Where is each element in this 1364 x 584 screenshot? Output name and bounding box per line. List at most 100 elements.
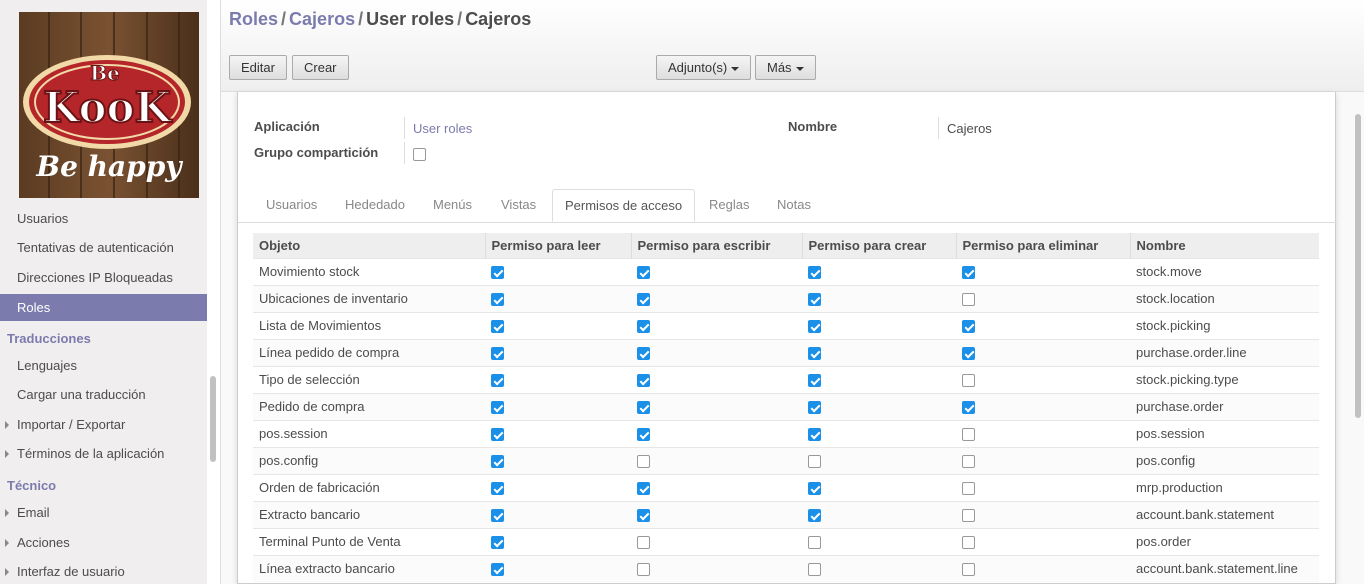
tab-notas[interactable]: Notas xyxy=(765,189,823,222)
checkbox[interactable] xyxy=(413,148,426,162)
checkbox-write[interactable] xyxy=(637,509,650,523)
checkbox-create[interactable] xyxy=(808,401,821,415)
checkbox-unlink[interactable] xyxy=(962,509,975,523)
breadcrumb-separator: / xyxy=(358,9,364,29)
tab-access-rights[interactable]: Permisos de acceso xyxy=(552,189,696,222)
sidebar-item-ui[interactable]: Interfaz de usuario xyxy=(0,558,207,584)
cell-model-name: purchase.order.line xyxy=(1130,338,1319,366)
checkbox-read[interactable] xyxy=(491,320,504,334)
tab-reglas[interactable]: Reglas xyxy=(697,189,761,222)
checkbox-read[interactable] xyxy=(491,455,504,469)
checkbox-create[interactable] xyxy=(808,374,821,388)
table-row[interactable]: Terminal Punto de Venta pos.order xyxy=(253,527,1319,555)
checkbox-unlink[interactable] xyxy=(962,482,975,496)
sidebar-item-languages[interactable]: Lenguajes xyxy=(0,352,207,379)
checkbox-read[interactable] xyxy=(491,347,504,361)
sidebar-item-app-terms[interactable]: Términos de la aplicación xyxy=(0,440,207,467)
sidebar-item-actions[interactable]: Acciones xyxy=(0,529,207,556)
table-row[interactable]: Movimiento stock stock.move xyxy=(253,257,1319,285)
checkbox-write[interactable] xyxy=(637,374,650,388)
column-header[interactable]: Permiso para leer xyxy=(484,233,631,258)
sidebar-item-blocked-ips[interactable]: Direcciones IP Bloqueadas xyxy=(0,264,207,291)
sidebar-scrollbar-thumb[interactable] xyxy=(210,376,216,462)
column-header[interactable]: Permiso para eliminar xyxy=(955,233,1130,258)
edit-button[interactable]: Editar xyxy=(229,55,287,80)
checkbox-write[interactable] xyxy=(637,563,650,577)
checkbox-unlink[interactable] xyxy=(962,266,975,280)
checkbox-write[interactable] xyxy=(637,293,650,307)
table-row[interactable]: pos.session pos.session xyxy=(253,419,1319,447)
table-row[interactable]: Línea pedido de compra purchase.order.lin… xyxy=(253,338,1319,366)
checkbox-create[interactable] xyxy=(808,320,821,334)
tab-vistas[interactable]: Vistas xyxy=(489,189,548,222)
checkbox-create[interactable] xyxy=(808,482,821,496)
checkbox-create[interactable] xyxy=(808,509,821,523)
table-row[interactable]: Extracto bancario account.bank.statement xyxy=(253,500,1319,528)
checkbox-write[interactable] xyxy=(637,455,650,469)
checkbox-unlink[interactable] xyxy=(962,320,975,334)
checkbox-create[interactable] xyxy=(808,536,821,550)
column-header[interactable]: Objeto xyxy=(253,233,485,258)
checkbox-create[interactable] xyxy=(808,455,821,469)
table-row[interactable]: Línea extracto bancario account.bank.stat… xyxy=(253,554,1319,582)
table-row[interactable]: Ubicaciones de inventario stock.location xyxy=(253,284,1319,312)
table-row[interactable]: Pedido de compra purchase.order xyxy=(253,392,1319,420)
tab-hededado[interactable]: Hededado xyxy=(333,189,417,222)
breadcrumb-roles-link[interactable]: Roles xyxy=(229,9,278,29)
checkbox-read[interactable] xyxy=(491,509,504,523)
sidebar-item-roles[interactable]: Roles xyxy=(0,294,207,321)
checkbox-create[interactable] xyxy=(808,293,821,307)
checkbox-unlink[interactable] xyxy=(962,401,975,415)
cell-perm-unlink xyxy=(956,473,1130,501)
create-button[interactable]: Crear xyxy=(292,55,349,80)
tab-menus[interactable]: Menús xyxy=(421,189,484,222)
more-dropdown[interactable]: Más xyxy=(755,55,816,80)
checkbox-write[interactable] xyxy=(637,428,650,442)
checkbox-create[interactable] xyxy=(808,428,821,442)
checkbox-write[interactable] xyxy=(637,347,650,361)
caret-right-icon xyxy=(5,450,9,458)
checkbox-create[interactable] xyxy=(808,563,821,577)
column-header[interactable]: Permiso para escribir xyxy=(630,233,802,258)
share-group-checkbox[interactable] xyxy=(413,146,426,162)
checkbox-write[interactable] xyxy=(637,482,650,496)
checkbox-unlink[interactable] xyxy=(962,536,975,550)
checkbox-write[interactable] xyxy=(637,536,650,550)
sidebar-item-auth-attempts[interactable]: Tentativas de autenticación xyxy=(0,234,207,261)
checkbox-unlink[interactable] xyxy=(962,428,975,442)
checkbox-read[interactable] xyxy=(491,374,504,388)
checkbox-read[interactable] xyxy=(491,428,504,442)
checkbox-read[interactable] xyxy=(491,401,504,415)
checkbox-create[interactable] xyxy=(808,266,821,280)
checkbox-unlink[interactable] xyxy=(962,293,975,307)
checkbox-read[interactable] xyxy=(491,536,504,550)
checkbox-read[interactable] xyxy=(491,266,504,280)
checkbox-unlink[interactable] xyxy=(962,563,975,577)
sidebar-item-load-translation[interactable]: Cargar una traducción xyxy=(0,381,207,408)
checkbox-unlink[interactable] xyxy=(962,455,975,469)
tab-usuarios[interactable]: Usuarios xyxy=(254,189,329,222)
attachments-dropdown[interactable]: Adjunto(s) xyxy=(656,55,752,80)
main-scrollbar-thumb[interactable] xyxy=(1355,114,1361,418)
table-row[interactable]: Orden de fabricación mrp.production xyxy=(253,473,1319,501)
column-header[interactable]: Nombre xyxy=(1129,233,1319,258)
table-row[interactable]: pos.config pos.config xyxy=(253,446,1319,474)
table-row[interactable]: Lista de Movimientos stock.picking xyxy=(253,311,1319,339)
checkbox-unlink[interactable] xyxy=(962,374,975,388)
sidebar-scrollbar-track[interactable] xyxy=(207,0,220,584)
breadcrumb-cajeros-link[interactable]: Cajeros xyxy=(289,9,355,29)
checkbox-unlink[interactable] xyxy=(962,347,975,361)
application-value-link[interactable]: User roles xyxy=(413,121,472,136)
checkbox-read[interactable] xyxy=(491,482,504,496)
sidebar-item-import-export[interactable]: Importar / Exportar xyxy=(0,411,207,438)
checkbox-write[interactable] xyxy=(637,266,650,280)
column-header[interactable]: Permiso para crear xyxy=(801,233,956,258)
checkbox-create[interactable] xyxy=(808,347,821,361)
checkbox-write[interactable] xyxy=(637,401,650,415)
table-row[interactable]: Tipo de selección stock.picking.type xyxy=(253,365,1319,393)
checkbox-read[interactable] xyxy=(491,293,504,307)
sidebar-item-email[interactable]: Email xyxy=(0,499,207,526)
checkbox-write[interactable] xyxy=(637,320,650,334)
checkbox-read[interactable] xyxy=(491,563,504,577)
sidebar-item-usuarios[interactable]: Usuarios xyxy=(0,205,207,232)
